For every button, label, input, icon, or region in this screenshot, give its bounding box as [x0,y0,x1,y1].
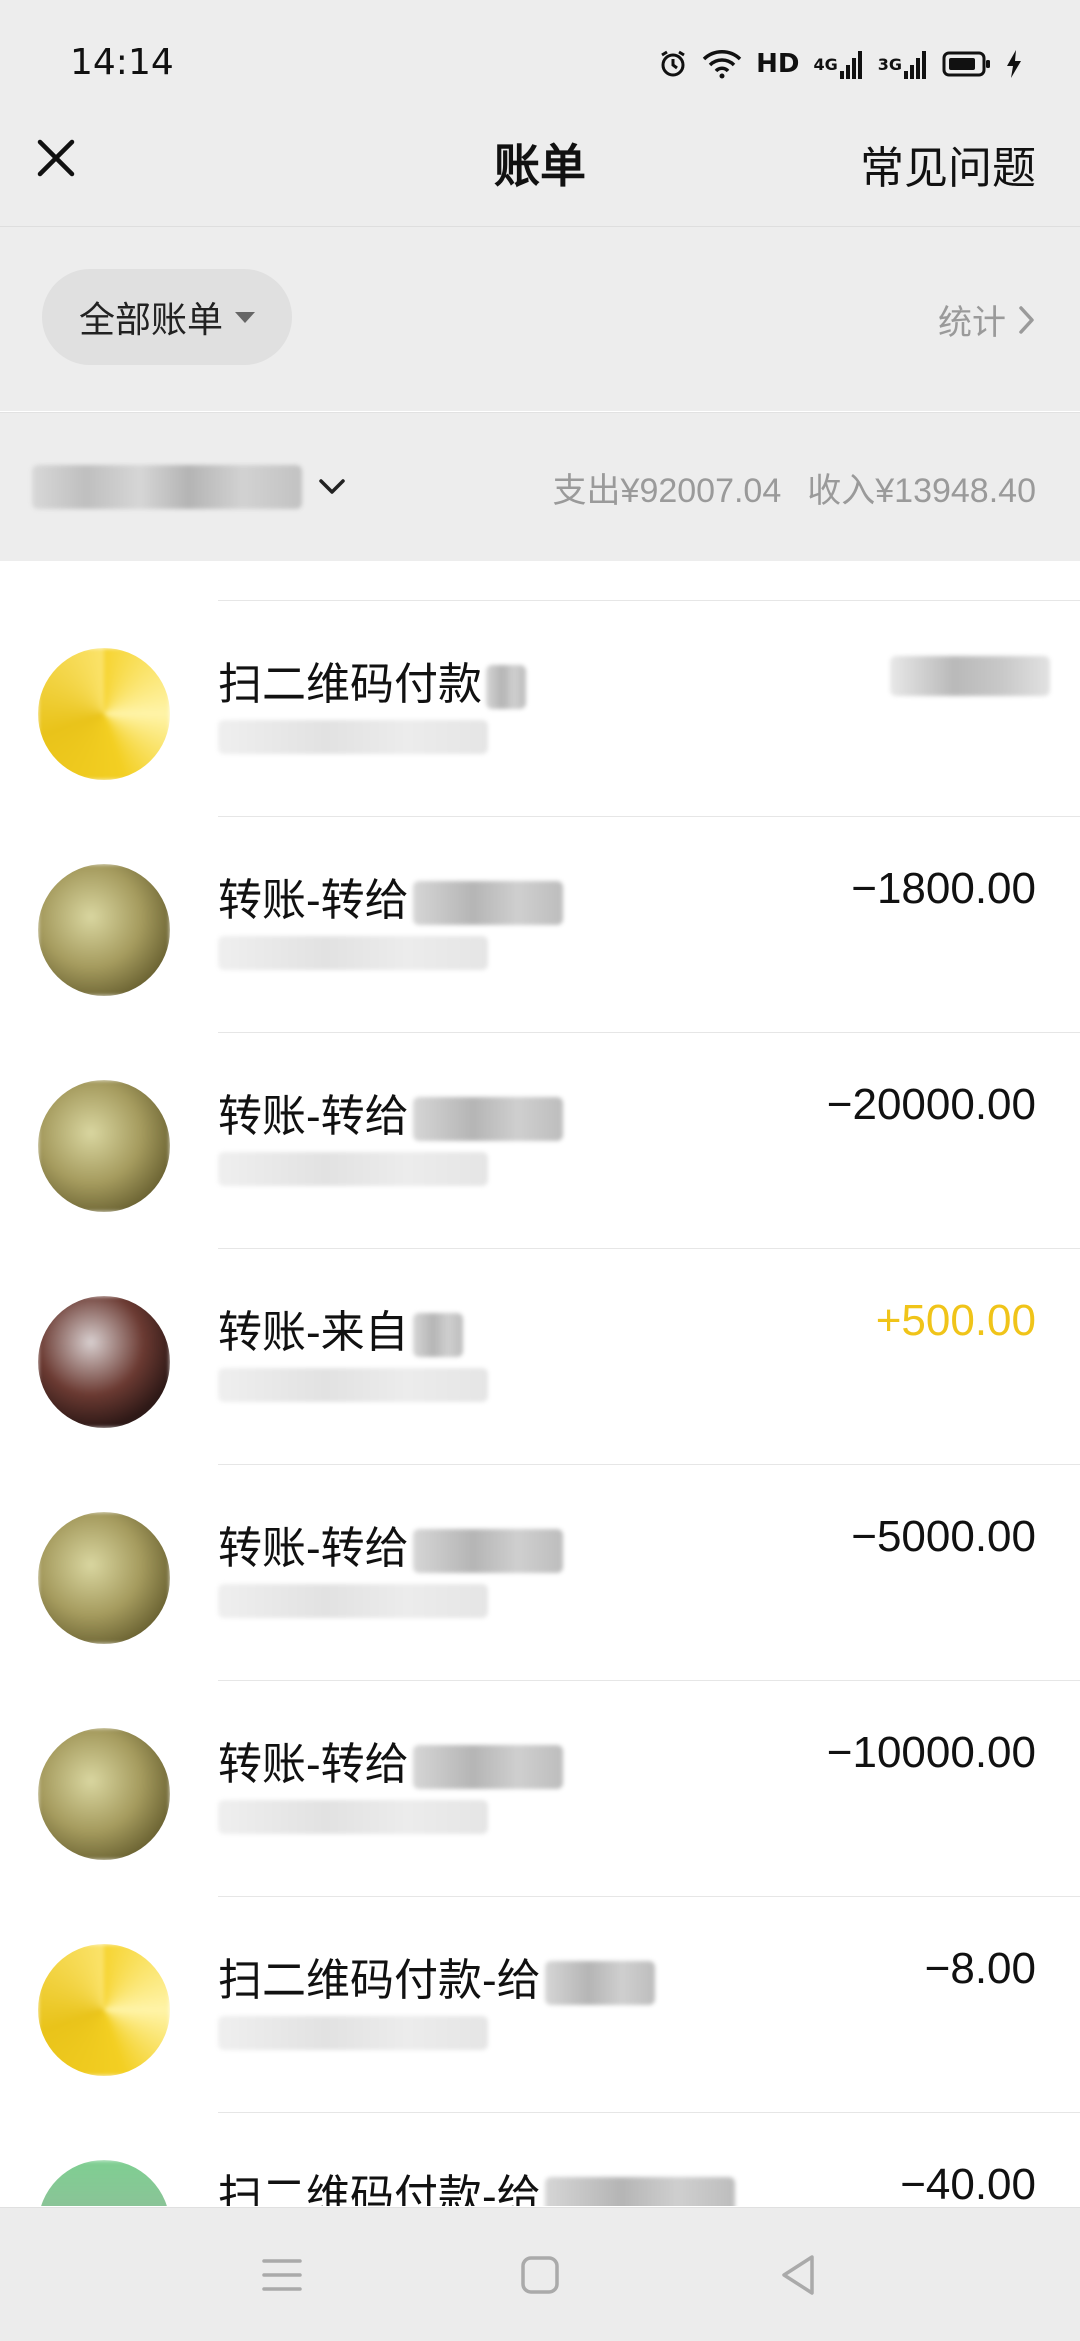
transaction-time-redacted [218,1584,488,1618]
status-icons: HD 4G 3G [658,44,1022,84]
transaction-title: 转账-转给 [218,1080,563,1144]
transaction-amount: −1800.00 [851,864,1036,913]
system-navigation-bar [0,2207,1080,2341]
filter-bar: 全部账单 统计 [0,227,1080,411]
transaction-title: 转账-转给 [218,1512,563,1576]
transaction-list: 扫二维码付款 转账-转给 −1800.00 转账-转给 −20000.00 转账… [0,561,1080,2206]
charging-icon [1006,49,1022,79]
transaction-title: 转账-来自 [218,1296,463,1360]
avatar [38,864,170,996]
transaction-title: 扫二维码付款-给 [218,1944,655,2008]
income-total: 收入¥13948.40 [807,472,1036,510]
transaction-row[interactable]: 扫二维码付款 [0,600,1080,816]
avatar [38,1944,170,2076]
transaction-row[interactable]: 转账-转给 −10000.00 [0,1680,1080,1896]
transaction-time-redacted [218,1152,488,1186]
row-divider [218,1680,1080,1681]
statistics-label: 统计 [938,304,1006,342]
row-divider [218,2112,1080,2113]
avatar [38,1080,170,1212]
row-divider [218,816,1080,817]
home-button[interactable] [510,2250,570,2300]
chevron-down-icon [319,479,345,494]
transaction-row[interactable]: 转账-转给 −20000.00 [0,1032,1080,1248]
transaction-time-redacted [218,1368,488,1402]
avatar [38,1296,170,1428]
avatar [38,1512,170,1644]
transaction-title: 扫二维码付款-给 [218,2160,735,2206]
transaction-row[interactable]: 转账-转给 −1800.00 [0,816,1080,1032]
recent-apps-button[interactable] [252,2250,312,2300]
app-header: 账单 常见问题 [0,100,1080,227]
month-summary-bar: 支出¥92007.04 收入¥13948.40 [0,412,1080,561]
avatar [38,648,170,780]
transaction-amount-redacted [890,656,1050,696]
row-divider [218,1464,1080,1465]
alarm-icon [658,49,688,79]
bill-type-dropdown[interactable]: 全部账单 [42,269,292,365]
month-selector[interactable] [32,465,346,509]
transaction-title: 转账-转给 [218,1728,563,1792]
battery-icon [942,50,992,78]
chevron-right-icon [1019,305,1034,334]
transaction-amount: −5000.00 [851,1512,1036,1561]
avatar [38,2160,170,2206]
transaction-amount: −8.00 [924,1944,1036,1993]
faq-link[interactable]: 常见问题 [860,132,1036,196]
transaction-title: 转账-转给 [218,864,563,928]
back-icon [782,2255,814,2295]
bill-type-label: 全部账单 [78,299,223,340]
month-totals: 支出¥92007.04 收入¥13948.40 [553,463,1036,512]
avatar [38,1728,170,1860]
status-time: 14:14 [70,42,174,83]
wifi-icon [702,49,742,79]
transaction-amount: −10000.00 [826,1728,1036,1777]
row-divider [218,1032,1080,1033]
transaction-amount: +500.00 [875,1296,1036,1345]
transaction-amount: −20000.00 [826,1080,1036,1129]
hd-icon: HD [756,49,800,79]
transaction-time-redacted [218,936,488,970]
back-button[interactable] [768,2250,828,2300]
transaction-row[interactable]: 转账-来自 +500.00 [0,1248,1080,1464]
signal-4g-icon: 4G [813,49,863,79]
statistics-link[interactable]: 统计 [938,295,1036,344]
menu-icon [262,2259,302,2291]
transaction-row[interactable]: 扫二维码付款-给 −8.00 [0,1896,1080,2112]
transaction-row[interactable]: 转账-转给 −5000.00 [0,1464,1080,1680]
row-divider [218,1896,1080,1897]
signal-3g-icon: 3G [878,49,928,79]
month-label-redacted [32,465,302,509]
transaction-title: 扫二维码付款 [218,648,526,712]
transaction-time-redacted [218,1800,488,1834]
transaction-amount: −40.00 [900,2160,1036,2206]
expense-total: 支出¥92007.04 [552,472,782,510]
row-divider [218,1248,1080,1249]
transaction-time-redacted [218,720,488,754]
row-divider [218,600,1080,601]
transaction-time-redacted [218,2016,488,2050]
home-icon [521,2256,559,2294]
caret-down-icon [235,311,255,323]
transaction-row[interactable]: 扫二维码付款-给 −40.00 [0,2112,1080,2206]
